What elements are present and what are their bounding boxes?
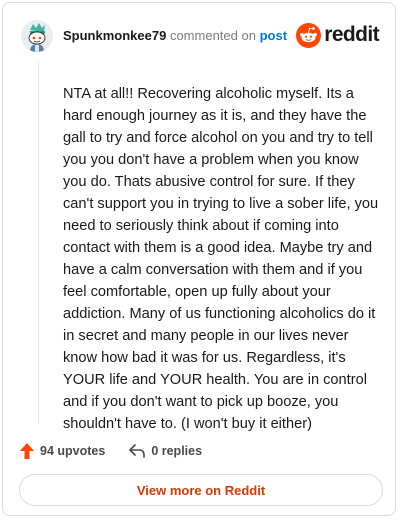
upvote-button[interactable]: 94 upvotes xyxy=(20,443,105,459)
upvote-arrow-icon xyxy=(20,443,34,459)
replies-count: 0 replies xyxy=(151,444,203,458)
post-link[interactable]: post xyxy=(260,28,287,43)
reddit-wordmark: reddit xyxy=(324,23,379,46)
comment-header: Spunkmonkee79 commented on post reddit xyxy=(19,20,380,52)
thread-line xyxy=(38,61,39,423)
replies-button[interactable]: 0 replies xyxy=(129,444,202,458)
username-link[interactable]: Spunkmonkee79 xyxy=(63,28,166,43)
embedded-comment-card: Spunkmonkee79 commented on post reddit N… xyxy=(2,2,396,516)
commented-on-text: commented on xyxy=(169,28,256,43)
comment-actions: 94 upvotes 0 replies xyxy=(20,440,202,462)
comment-byline: Spunkmonkee79 commented on post xyxy=(63,28,287,44)
view-more-label: View more on Reddit xyxy=(136,482,266,498)
upvotes-count: 94 upvotes xyxy=(40,444,106,458)
snoo-avatar-icon xyxy=(21,20,53,52)
reddit-logo[interactable]: reddit xyxy=(296,22,380,48)
user-avatar[interactable] xyxy=(21,20,53,52)
view-more-on-reddit-button[interactable]: View more on Reddit xyxy=(19,474,383,506)
reddit-snoo-icon xyxy=(296,22,322,48)
reply-arrow-icon xyxy=(129,444,146,458)
comment-body: NTA at all!! Recovering alcoholic myself… xyxy=(63,86,379,432)
